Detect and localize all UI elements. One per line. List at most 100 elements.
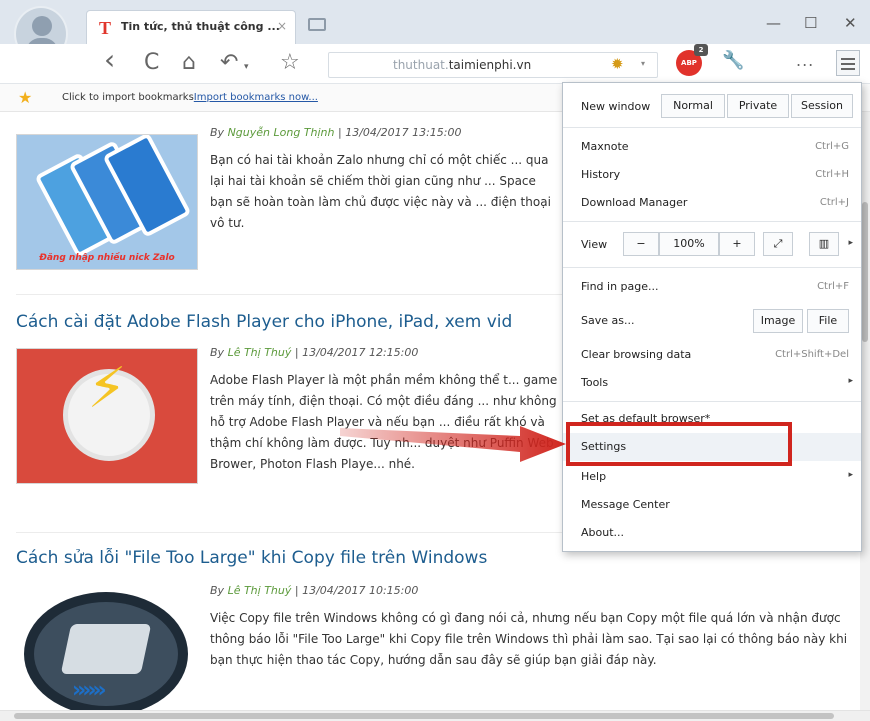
submenu-arrow-icon: ▸ bbox=[848, 238, 853, 248]
lightning-bolt-icon: ⚡ bbox=[87, 356, 127, 421]
import-bookmarks-prompt: Click to import bookmarksImport bookmark… bbox=[62, 92, 318, 103]
bookmark-star-icon[interactable]: ☆ bbox=[280, 50, 300, 76]
split-view-icon[interactable]: ▥ bbox=[809, 232, 839, 256]
menu-label: New window bbox=[581, 100, 651, 113]
article-description: Bạn có hai tài khoản Zalo nhưng chỉ có m… bbox=[210, 153, 551, 230]
save-image-button[interactable]: Image bbox=[753, 309, 803, 333]
more-icon[interactable]: ... bbox=[796, 51, 814, 70]
bookmark-star-icon: ★ bbox=[18, 88, 33, 107]
article-author[interactable]: Lê Thị Thuý bbox=[228, 584, 292, 597]
article-description: Việc Copy file trên Windows không có gì … bbox=[210, 611, 848, 667]
scrollbar-thumb[interactable] bbox=[14, 713, 834, 719]
zoom-out-button[interactable]: − bbox=[623, 232, 659, 256]
menu-new-window: New window Normal Private Session bbox=[563, 91, 861, 121]
main-menu: New window Normal Private Session Maxnot… bbox=[562, 82, 862, 552]
article-date: 13/04/2017 12:15:00 bbox=[302, 346, 419, 359]
scrollbar-thumb[interactable] bbox=[862, 202, 868, 342]
wrench-icon[interactable]: 🔧 bbox=[722, 50, 744, 71]
save-file-button[interactable]: File bbox=[807, 309, 849, 333]
article-byline: By Lê Thị Thuý | 13/04/2017 12:15:00 bbox=[210, 346, 419, 359]
menu-label: Message Center bbox=[581, 498, 670, 511]
menu-shortcut: Ctrl+F bbox=[817, 281, 849, 292]
close-button[interactable]: ✕ bbox=[844, 14, 857, 32]
hamburger-line-icon bbox=[841, 68, 855, 70]
menu-label: History bbox=[581, 168, 621, 181]
article-description: Adobe Flash Player là một phần mềm không… bbox=[210, 373, 558, 471]
hamburger-line-icon bbox=[841, 58, 855, 60]
submenu-arrow-icon: ▸ bbox=[848, 376, 853, 386]
address-bar[interactable]: thuthuat.taimienphi.vn ✹ ▾ bbox=[328, 52, 658, 78]
submenu-arrow-icon: ▸ bbox=[848, 470, 853, 480]
hamburger-line-icon bbox=[841, 63, 855, 65]
menu-label: Download Manager bbox=[581, 196, 688, 209]
article-byline: By Nguyễn Long Thịnh | 13/04/2017 13:15:… bbox=[210, 126, 462, 139]
minimize-button[interactable]: — bbox=[766, 14, 781, 32]
refresh-icon[interactable]: C bbox=[144, 50, 159, 76]
avatar-head-icon bbox=[32, 16, 52, 36]
menu-item-maxnote[interactable]: Maxnote Ctrl+G bbox=[563, 133, 861, 161]
article-thumbnail[interactable]: ⚡ bbox=[16, 348, 198, 484]
article-thumbnail[interactable]: »»» bbox=[16, 586, 198, 710]
menu-item-history[interactable]: History Ctrl+H bbox=[563, 161, 861, 189]
article-byline: By Lê Thị Thuý | 13/04/2017 10:15:00 bbox=[210, 584, 419, 597]
menu-item-help[interactable]: Help ▸ bbox=[563, 463, 861, 491]
new-window-normal-button[interactable]: Normal bbox=[661, 94, 725, 118]
tab-close-icon[interactable]: × bbox=[277, 19, 287, 33]
menu-shortcut: Ctrl+Shift+Del bbox=[775, 349, 849, 360]
menu-shortcut: Ctrl+J bbox=[819, 197, 849, 208]
menu-item-download-manager[interactable]: Download Manager Ctrl+J bbox=[563, 189, 861, 217]
new-window-session-button[interactable]: Session bbox=[791, 94, 853, 118]
new-tab-icon[interactable] bbox=[308, 18, 326, 31]
adblock-label: ABP bbox=[681, 59, 697, 67]
extension-bug-icon[interactable]: ✹ bbox=[611, 55, 624, 73]
article-date: 13/04/2017 13:15:00 bbox=[345, 126, 462, 139]
maximize-button[interactable]: ☐ bbox=[804, 14, 817, 32]
menu-item-clear-browsing-data[interactable]: Clear browsing data Ctrl+Shift+Del bbox=[563, 341, 861, 369]
import-bookmarks-link[interactable]: Import bookmarks now... bbox=[194, 92, 318, 103]
menu-separator bbox=[563, 127, 861, 128]
menu-item-message-center[interactable]: Message Center bbox=[563, 491, 861, 519]
adblock-badge: 2 bbox=[694, 44, 708, 56]
home-icon[interactable]: ⌂ bbox=[182, 50, 196, 76]
menu-label: Help bbox=[581, 470, 607, 483]
menu-label: About... bbox=[581, 526, 625, 539]
settings-highlight-box bbox=[566, 422, 792, 466]
article-author[interactable]: Lê Thị Thuý bbox=[228, 346, 292, 359]
menu-item-tools[interactable]: Tools ▸ bbox=[563, 369, 861, 397]
adblock-icon[interactable]: ABP 2 bbox=[676, 44, 708, 76]
article-title[interactable]: Cách sửa lỗi "File Too Large" khi Copy f… bbox=[16, 548, 487, 568]
article-date: 13/04/2017 10:15:00 bbox=[302, 584, 419, 597]
main-menu-button[interactable] bbox=[836, 50, 860, 76]
menu-separator bbox=[563, 221, 861, 222]
new-window-private-button[interactable]: Private bbox=[727, 94, 789, 118]
back-icon[interactable]: ‹ bbox=[104, 46, 115, 74]
menu-label: View bbox=[581, 238, 608, 251]
hard-drive-icon bbox=[60, 624, 152, 674]
menu-label: Find in page... bbox=[581, 280, 659, 293]
menu-label: Tools bbox=[581, 376, 609, 389]
site-favicon-icon: T bbox=[99, 18, 112, 38]
undo-icon[interactable]: ↶ bbox=[220, 50, 238, 76]
zoom-level: 100% bbox=[659, 232, 719, 256]
menu-item-save-as[interactable]: Save as... Image File bbox=[563, 305, 861, 337]
article-author[interactable]: Nguyễn Long Thịnh bbox=[228, 126, 335, 139]
article-thumbnail[interactable]: Đăng nhập nhiều nick Zalo bbox=[16, 134, 198, 270]
menu-shortcut: Ctrl+G bbox=[815, 141, 849, 152]
browser-tab[interactable]: T Tin tức, thủ thuật công ... × bbox=[86, 10, 296, 44]
horizontal-scrollbar[interactable] bbox=[0, 710, 870, 721]
menu-item-view: View − 100% + ⤢ ▥ ▸ bbox=[563, 227, 861, 261]
thumbnail-caption: Đăng nhập nhiều nick Zalo bbox=[39, 253, 175, 263]
url-dropdown-icon[interactable]: ▾ bbox=[641, 59, 645, 68]
menu-separator bbox=[563, 267, 861, 268]
title-bar: T Tin tức, thủ thuật công ... × — ☐ ✕ bbox=[0, 0, 870, 62]
menu-separator bbox=[563, 401, 861, 402]
menu-shortcut: Ctrl+H bbox=[815, 169, 849, 180]
zoom-in-button[interactable]: + bbox=[719, 232, 755, 256]
fullscreen-icon[interactable]: ⤢ bbox=[763, 232, 793, 256]
article-title[interactable]: Cách cài đặt Adobe Flash Player cho iPho… bbox=[16, 312, 512, 332]
menu-item-find-in-page[interactable]: Find in page... Ctrl+F bbox=[563, 273, 861, 301]
menu-label: Save as... bbox=[581, 314, 635, 327]
menu-item-about[interactable]: About... bbox=[563, 519, 861, 547]
menu-label: Clear browsing data bbox=[581, 348, 692, 361]
undo-dropdown-icon[interactable]: ▾ bbox=[244, 54, 249, 80]
